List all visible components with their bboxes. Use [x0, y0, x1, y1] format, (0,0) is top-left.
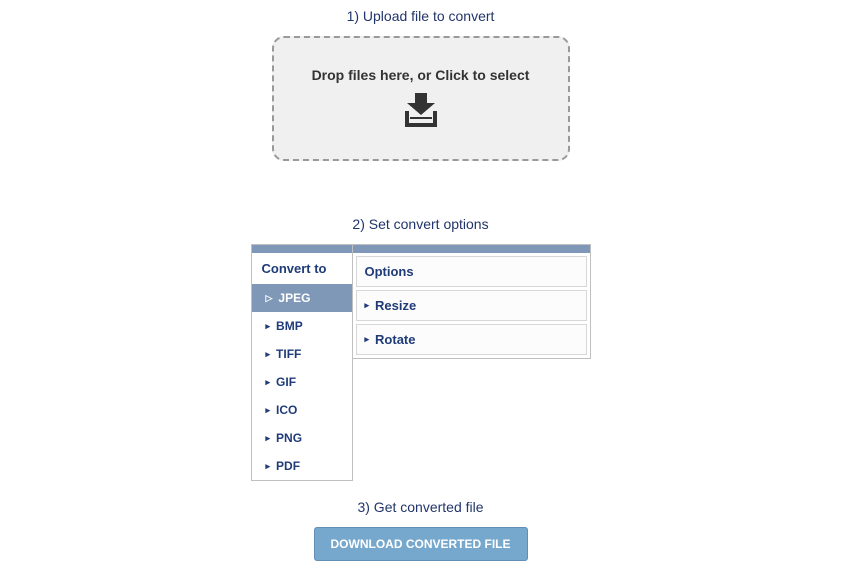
format-item-gif[interactable]: ▸ GIF: [252, 368, 352, 396]
download-converted-button[interactable]: DOWNLOAD CONVERTED FILE: [314, 527, 528, 561]
option-label: Rotate: [375, 332, 415, 347]
format-list: ▷ JPEG ▸ BMP ▸ TIFF ▸ GIF ▸ ICO ▸ PNG: [252, 284, 352, 480]
chevron-right-icon: ▸: [365, 335, 370, 344]
arrow-right-icon: ▷: [266, 294, 273, 303]
format-label: BMP: [276, 319, 303, 333]
options-panel: Options ▸ Resize ▸ Rotate: [353, 244, 591, 359]
option-resize[interactable]: ▸ Resize: [356, 290, 587, 321]
format-item-pdf[interactable]: ▸ PDF: [252, 452, 352, 480]
format-label: JPEG: [278, 291, 310, 305]
step1-heading: 1) Upload file to convert: [0, 8, 841, 24]
file-dropzone[interactable]: Drop files here, or Click to select: [272, 36, 570, 161]
step2-heading: 2) Set convert options: [0, 216, 841, 232]
options-body: Options ▸ Resize ▸ Rotate: [353, 253, 590, 358]
option-label: Resize: [375, 298, 416, 313]
bullet-icon: ▸: [266, 350, 271, 359]
format-item-bmp[interactable]: ▸ BMP: [252, 312, 352, 340]
bullet-icon: ▸: [266, 322, 271, 331]
bullet-icon: ▸: [266, 434, 271, 443]
format-item-ico[interactable]: ▸ ICO: [252, 396, 352, 424]
chevron-right-icon: ▸: [365, 301, 370, 310]
options-container: Convert to ▷ JPEG ▸ BMP ▸ TIFF ▸ GIF ▸ I…: [251, 244, 591, 481]
download-icon: [397, 93, 445, 131]
convert-title: Convert to: [252, 253, 352, 284]
convert-panel-header-bar: [252, 245, 352, 253]
format-item-jpeg[interactable]: ▷ JPEG: [252, 284, 352, 312]
bullet-icon: ▸: [266, 378, 271, 387]
options-title: Options: [356, 256, 587, 287]
option-rotate[interactable]: ▸ Rotate: [356, 324, 587, 355]
format-item-png[interactable]: ▸ PNG: [252, 424, 352, 452]
bullet-icon: ▸: [266, 406, 271, 415]
format-item-tiff[interactable]: ▸ TIFF: [252, 340, 352, 368]
convert-panel: Convert to ▷ JPEG ▸ BMP ▸ TIFF ▸ GIF ▸ I…: [251, 244, 353, 481]
step3-heading: 3) Get converted file: [0, 499, 841, 515]
dropzone-text: Drop files here, or Click to select: [312, 67, 530, 83]
format-label: ICO: [276, 403, 297, 417]
format-label: PNG: [276, 431, 302, 445]
bullet-icon: ▸: [266, 462, 271, 471]
format-label: GIF: [276, 375, 296, 389]
format-label: PDF: [276, 459, 300, 473]
options-panel-header-bar: [353, 245, 590, 253]
format-label: TIFF: [276, 347, 301, 361]
